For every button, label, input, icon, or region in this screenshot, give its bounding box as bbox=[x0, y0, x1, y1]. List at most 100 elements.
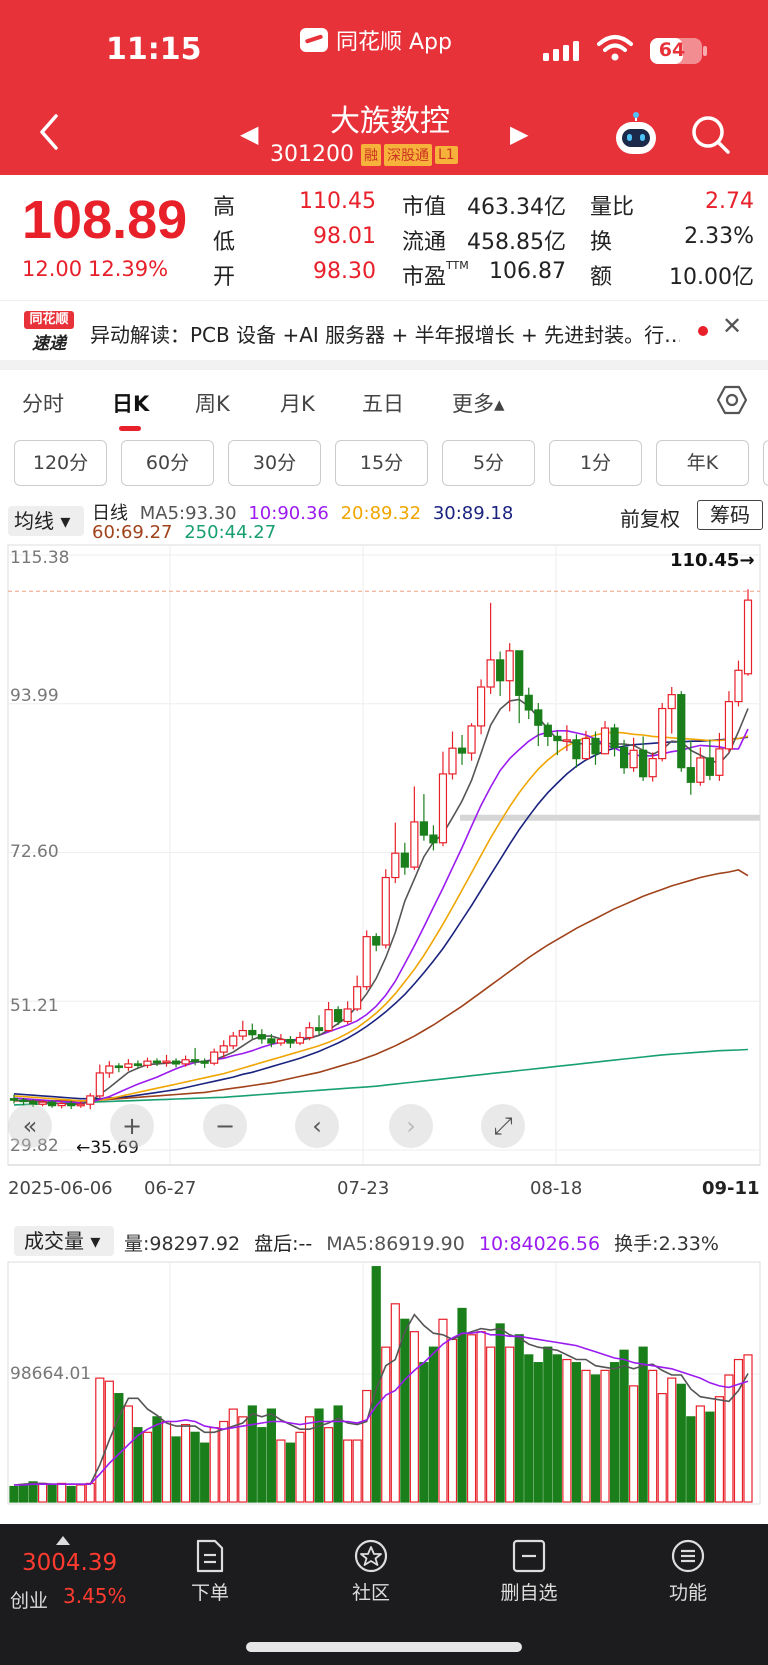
candle-body bbox=[67, 1102, 76, 1107]
pe-label: 市盈TTM bbox=[402, 259, 469, 291]
candle-body bbox=[276, 1038, 286, 1044]
period-15min[interactable]: 15分 bbox=[335, 440, 428, 486]
home-indicator[interactable] bbox=[246, 1642, 522, 1652]
volume-chart[interactable] bbox=[0, 1260, 768, 1510]
zoom-out-icon[interactable]: − bbox=[203, 1104, 247, 1148]
period-more[interactable] bbox=[763, 440, 768, 486]
volume-bar bbox=[371, 1266, 381, 1503]
chip-distribution-button[interactable]: 筹码 bbox=[697, 500, 763, 530]
turnover-rate-value: 换手:2.33% bbox=[614, 1233, 719, 1255]
candle-body bbox=[476, 686, 486, 727]
volume-bar bbox=[285, 1442, 296, 1503]
volume-legend: 量:98297.92 盘后:-- MA5:86919.90 10:84026.5… bbox=[124, 1229, 719, 1256]
volume-bar bbox=[238, 1416, 248, 1503]
candle-body bbox=[9, 1098, 19, 1101]
volume-bar bbox=[552, 1354, 562, 1503]
candle-body bbox=[543, 724, 552, 737]
ma20-value: 20:89.32 bbox=[340, 503, 422, 524]
candle-body bbox=[639, 749, 648, 778]
pe-label-text: 市盈 bbox=[402, 265, 447, 290]
volume-bar bbox=[190, 1431, 200, 1503]
news-headline[interactable]: 异动解读：PCB 设备 +AI 服务器 + 半年报增长 + 先进封装。行… bbox=[90, 319, 680, 348]
candle-body bbox=[486, 659, 495, 688]
volume-bar bbox=[247, 1405, 257, 1503]
close-news-button[interactable]: ✕ bbox=[722, 312, 742, 340]
search-icon[interactable] bbox=[690, 114, 732, 156]
back-button[interactable] bbox=[34, 112, 64, 152]
candle-body bbox=[286, 1038, 295, 1044]
x-tick-label: 07-23 bbox=[337, 1178, 390, 1199]
settings-icon[interactable] bbox=[716, 384, 748, 416]
tab-five-day[interactable]: 五日 bbox=[362, 388, 404, 418]
section-divider bbox=[0, 360, 768, 370]
candle-body bbox=[591, 737, 600, 755]
status-time: 11:15 bbox=[106, 32, 202, 67]
next-stock-button[interactable]: ▶ bbox=[510, 120, 528, 148]
news-banner[interactable]: 同花顺 速递 异动解读：PCB 设备 +AI 服务器 + 半年报增长 + 先进封… bbox=[0, 300, 768, 360]
tab-weekly-k[interactable]: 周K bbox=[195, 388, 230, 418]
nav-order[interactable]: 下单 bbox=[165, 1538, 255, 1605]
candle-body bbox=[143, 1060, 152, 1066]
volume-bar bbox=[457, 1307, 467, 1503]
candle-body bbox=[248, 1029, 257, 1036]
candle-body bbox=[162, 1060, 171, 1064]
candle-body bbox=[324, 1009, 333, 1032]
tab-monthly-k[interactable]: 月K bbox=[280, 388, 315, 418]
scroll-left-icon[interactable]: « bbox=[8, 1104, 52, 1148]
nav-functions[interactable]: 功能 bbox=[643, 1538, 733, 1605]
candle-body bbox=[658, 707, 667, 760]
ma30-line bbox=[13, 736, 749, 1100]
high-value: 110.45 bbox=[299, 189, 376, 214]
candle-body bbox=[124, 1063, 133, 1068]
candle-body bbox=[524, 694, 533, 711]
period-120min[interactable]: 120分 bbox=[14, 440, 107, 486]
candlestick-chart[interactable] bbox=[0, 540, 768, 1170]
unread-dot bbox=[698, 326, 708, 336]
period-5min[interactable]: 5分 bbox=[442, 440, 535, 486]
period-yearly-k[interactable]: 年K bbox=[656, 440, 749, 486]
candle-body bbox=[467, 725, 476, 754]
app-badge[interactable]: 同花顺 App bbox=[300, 24, 452, 56]
ma10-value: 10:90.36 bbox=[248, 503, 329, 524]
margin-tag: 融 bbox=[360, 143, 381, 166]
period-60min[interactable]: 60分 bbox=[121, 440, 214, 486]
nav-remove-watchlist[interactable]: 删自选 bbox=[484, 1538, 574, 1605]
nav-community[interactable]: 社区 bbox=[326, 1538, 416, 1605]
candle-body bbox=[438, 773, 448, 844]
amount-label: 额 bbox=[590, 265, 613, 290]
index-name[interactable]: 创业 bbox=[10, 1586, 48, 1613]
period-30min[interactable]: 30分 bbox=[228, 440, 321, 486]
indicator-select[interactable]: 均线 ▾ bbox=[8, 506, 84, 536]
tab-more[interactable]: 更多▴ bbox=[452, 388, 505, 418]
tab-intraday[interactable]: 分时 bbox=[22, 388, 64, 418]
volume-bar bbox=[18, 1484, 29, 1503]
candle-body bbox=[210, 1051, 219, 1064]
candle-body bbox=[57, 1102, 66, 1107]
index-value[interactable]: 3004.39 bbox=[22, 1550, 117, 1576]
volume-indicator-select[interactable]: 成交量 ▾ bbox=[14, 1226, 114, 1256]
step-right-icon[interactable]: › bbox=[389, 1104, 433, 1148]
volume-bar bbox=[581, 1369, 591, 1503]
candle-body bbox=[295, 1036, 305, 1044]
step-left-icon[interactable]: ‹ bbox=[295, 1104, 339, 1148]
adjust-mode-label[interactable]: 前复权 bbox=[620, 503, 680, 532]
candle-body bbox=[429, 834, 438, 844]
candle-body bbox=[515, 650, 524, 696]
zoom-in-icon[interactable]: + bbox=[110, 1104, 154, 1148]
candle-body bbox=[305, 1027, 314, 1039]
tab-daily-k[interactable]: 日K bbox=[112, 388, 149, 418]
robot-assistant-icon[interactable] bbox=[612, 112, 660, 158]
app-name: 同花顺 App bbox=[336, 30, 452, 55]
candle-body bbox=[343, 1008, 352, 1023]
fullscreen-icon[interactable]: ⤢ bbox=[481, 1104, 525, 1148]
index-change-pct: 3.45% bbox=[63, 1584, 127, 1608]
previous-stock-button[interactable]: ◀ bbox=[240, 120, 258, 148]
period-1min[interactable]: 1分 bbox=[549, 440, 642, 486]
cellular-signal-icon bbox=[543, 41, 579, 61]
volume-bar bbox=[9, 1485, 19, 1503]
candle-body bbox=[48, 1101, 57, 1107]
nav-remove-watchlist-label: 删自选 bbox=[500, 1582, 558, 1604]
x-tick-label: 09-11 bbox=[702, 1178, 760, 1199]
volume-bar bbox=[543, 1346, 553, 1503]
volume-bar bbox=[476, 1331, 486, 1503]
